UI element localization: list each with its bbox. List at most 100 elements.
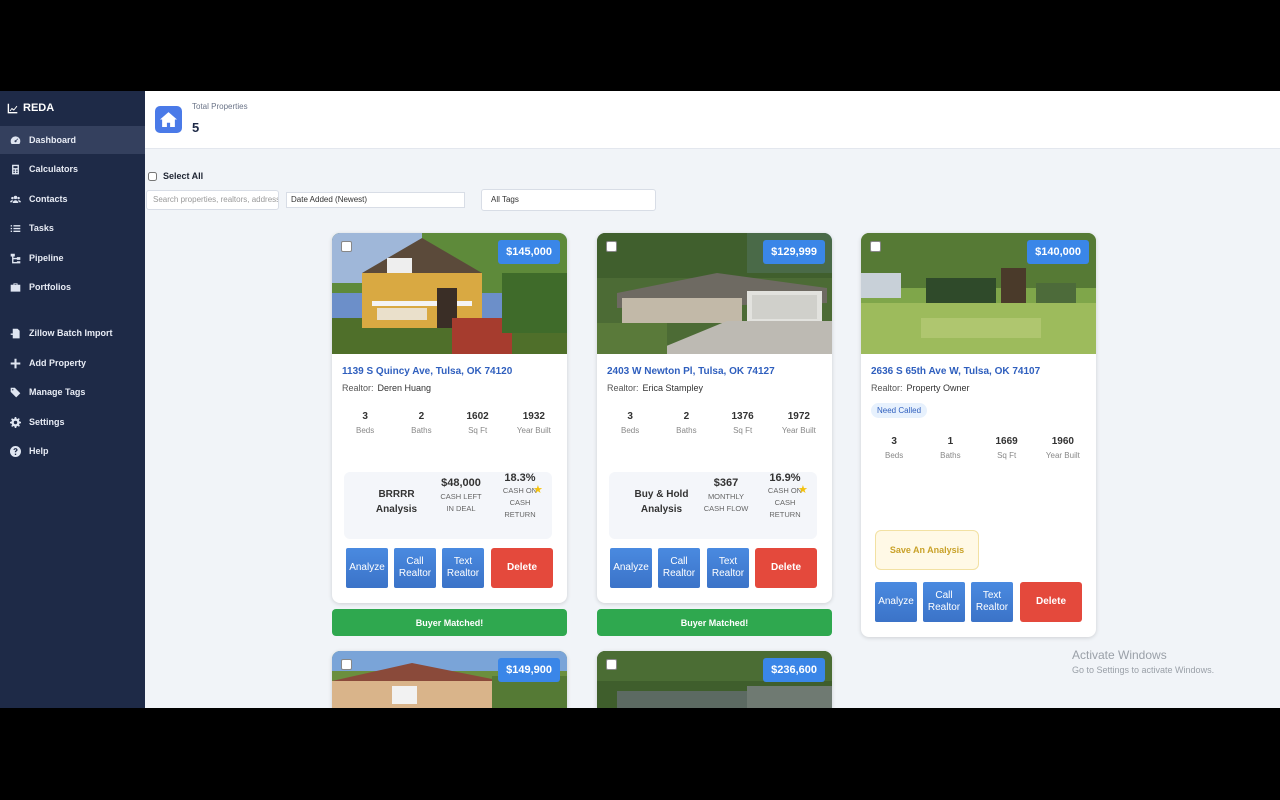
brand[interactable]: REDA [7, 102, 54, 114]
list-icon [10, 224, 21, 232]
stat-label: Baths [676, 426, 697, 435]
property-address[interactable]: 2636 S 65th Ave W, Tulsa, OK 74107 [871, 366, 1040, 377]
analysis-return: 16.9% CASH ON CASH RETURN [761, 472, 809, 521]
sidebar: REDA Dashboard Calculators Contacts Task… [0, 91, 145, 708]
sidebar-item-label: Add Property [29, 358, 87, 368]
realtor-label: Realtor: [607, 383, 639, 393]
stat-label: Sq Ft [733, 426, 753, 435]
sidebar-item-dashboard[interactable]: Dashboard [0, 126, 145, 154]
search-input[interactable]: Search properties, realtors, address... [146, 190, 279, 210]
tag-badge[interactable]: Need Called [871, 403, 928, 418]
app-window: REDA Dashboard Calculators Contacts Task… [0, 91, 1280, 708]
stat-sqft: 1669 Sq Ft [979, 436, 1035, 460]
text-realtor-button[interactable]: Text Realtor [442, 548, 484, 588]
sidebar-item-contacts[interactable]: Contacts [0, 185, 145, 213]
analyze-button[interactable]: Analyze [346, 548, 388, 588]
stat-label: Year Built [516, 426, 551, 435]
card-checkbox[interactable] [870, 241, 881, 252]
text-realtor-button[interactable]: Text Realtor [971, 582, 1013, 622]
realtor-label: Realtor: [342, 383, 374, 393]
analysis-value: $367 MONTHLY CASH FLOW [701, 477, 751, 515]
sidebar-item-label: Settings [29, 417, 65, 427]
call-realtor-button[interactable]: Call Realtor [923, 582, 965, 622]
sidebar-item-pipeline[interactable]: Pipeline [0, 244, 145, 272]
sidebar-item-label: Zillow Batch Import [29, 328, 113, 338]
analyze-button[interactable]: Analyze [610, 548, 652, 588]
analysis-value-label: CASH LEFT IN DEAL [440, 492, 482, 513]
stat-label: Baths [411, 426, 432, 435]
property-address[interactable]: 1139 S Quincy Ave, Tulsa, OK 74120 [342, 366, 512, 377]
briefcase-icon [10, 282, 21, 292]
property-stats: 3 Beds 2 Baths 1602 Sq Ft 1932 Year Built [337, 411, 562, 435]
analysis-summary[interactable]: BRRRR Analysis $48,000 CASH LEFT IN DEAL… [344, 472, 552, 539]
gear-icon [10, 416, 21, 428]
call-realtor-button[interactable]: Call Realtor [394, 548, 436, 588]
stat-year-built: 1932 Year Built [506, 411, 562, 435]
save-analysis-button[interactable]: Save An Analysis [875, 530, 979, 570]
buyer-matched-banner[interactable]: Buyer Matched! [332, 609, 567, 636]
stat-label: Baths [940, 451, 961, 460]
star-icon: ★ [533, 484, 543, 496]
stat-value: 3 [362, 411, 368, 422]
sidebar-item-zillow-import[interactable]: Zillow Batch Import [0, 319, 145, 347]
delete-button[interactable]: Delete [1020, 582, 1082, 622]
home-icon [160, 112, 177, 127]
realtor-name: Property Owner [906, 383, 970, 393]
buyer-matched-banner[interactable]: Buyer Matched! [597, 609, 832, 636]
select-all-checkbox[interactable] [148, 171, 157, 181]
delete-button[interactable]: Delete [755, 548, 817, 588]
stat-value: 1602 [466, 411, 489, 422]
card-checkbox[interactable] [341, 241, 352, 252]
card-checkbox[interactable] [341, 659, 352, 670]
price-badge: $236,600 [763, 658, 825, 682]
calculator-icon [12, 164, 19, 174]
stat-value: 2 [683, 411, 690, 422]
analysis-return: 18.3% CASH ON CASH RETURN [496, 472, 544, 521]
users-icon [10, 195, 21, 203]
stat-value: 3 [891, 436, 897, 447]
select-all[interactable]: Select All [148, 171, 203, 181]
realtor-name: Deren Huang [377, 383, 432, 393]
card-checkbox[interactable] [606, 241, 617, 252]
analysis-value-label: MONTHLY CASH FLOW [703, 492, 749, 513]
plus-icon [10, 358, 21, 368]
analysis-title: Buy & Hold Analysis [634, 489, 689, 515]
stat-value: 3 [627, 411, 633, 422]
import-icon [10, 328, 20, 338]
stat-label: Year Built [1045, 451, 1080, 460]
sort-select[interactable]: Date Added (Newest) [286, 192, 465, 208]
analysis-value-number: $48,000 [441, 477, 481, 489]
call-realtor-button[interactable]: Call Realtor [658, 548, 700, 588]
delete-button[interactable]: Delete [491, 548, 553, 588]
price-badge: $129,999 [763, 240, 825, 264]
sidebar-item-add-property[interactable]: Add Property [0, 349, 145, 377]
property-card: $129,999 2403 W Newton Pl, Tulsa, OK 741… [597, 233, 832, 637]
sidebar-item-manage-tags[interactable]: Manage Tags [0, 378, 145, 406]
sidebar-item-portfolios[interactable]: Portfolios [0, 273, 145, 301]
stat-baths: 1 Baths [922, 436, 978, 460]
card-checkbox[interactable] [606, 659, 617, 670]
sidebar-item-settings[interactable]: Settings [0, 408, 145, 436]
sidebar-item-help[interactable]: Help [0, 437, 145, 465]
stat-value: 1972 [787, 411, 810, 422]
analysis-title: BRRRR Analysis [375, 489, 418, 515]
property-card: $140,000 2636 S 65th Ave W, Tulsa, OK 74… [861, 233, 1096, 637]
property-address[interactable]: 2403 W Newton Pl, Tulsa, OK 74127 [607, 366, 775, 377]
text-realtor-button[interactable]: Text Realtor [707, 548, 749, 588]
stat-label: Beds [885, 451, 904, 460]
brand-name: REDA [23, 102, 55, 114]
sidebar-item-tasks[interactable]: Tasks [0, 214, 145, 242]
sitemap-icon [10, 253, 21, 263]
analyze-button[interactable]: Analyze [875, 582, 917, 622]
stat-value: 1 [947, 436, 954, 447]
property-stats: 3 Beds 2 Baths 1376 Sq Ft 1972 Year Built [602, 411, 827, 435]
price-badge: $145,000 [498, 240, 560, 264]
sidebar-item-label: Dashboard [29, 135, 77, 145]
analysis-value: $48,000 CASH LEFT IN DEAL [436, 477, 486, 515]
chart-line-icon [7, 103, 18, 113]
tags-filter-select[interactable]: All Tags [481, 189, 656, 211]
stat-value: 1376 [731, 411, 754, 422]
analysis-summary[interactable]: Buy & Hold Analysis $367 MONTHLY CASH FL… [609, 472, 817, 539]
sidebar-item-label: Portfolios [29, 282, 71, 292]
sidebar-item-calculators[interactable]: Calculators [0, 155, 145, 183]
